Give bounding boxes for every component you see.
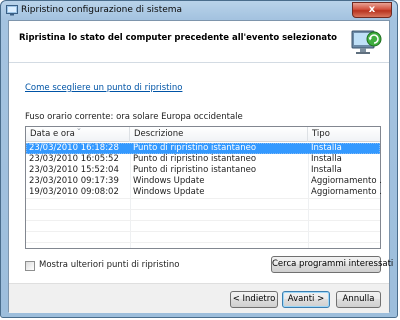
button-bar <box>9 284 389 313</box>
row-type: Installa <box>311 143 342 153</box>
system-restore-icon <box>351 30 382 54</box>
row-separator <box>26 242 380 243</box>
row-type: Installa <box>311 165 342 175</box>
cancel-button[interactable]: Annulla <box>336 291 381 308</box>
column-header-description[interactable]: Descrizione <box>130 127 308 142</box>
list-header: Data e ora ⌄ Descrizione Tipo <box>26 124 382 142</box>
restore-points-list[interactable]: Data e ora ⌄ Descrizione Tipo 23/03/2010… <box>25 124 382 249</box>
close-button[interactable]: x <box>352 2 392 18</box>
row-date: 23/03/2010 15:52:04 <box>29 165 119 175</box>
header-band: Ripristina lo stato del computer precede… <box>9 21 389 63</box>
table-row[interactable]: 23/03/2010 16:18:28 Punto di ripristino … <box>26 143 380 154</box>
sort-indicator-icon: ⌄ <box>76 124 82 132</box>
row-description: Punto di ripristino istantaneo <box>133 143 257 153</box>
row-date: 23/03/2010 16:05:52 <box>29 154 119 164</box>
column-header-type[interactable]: Tipo <box>308 127 382 142</box>
row-separator <box>26 198 380 199</box>
title-bar[interactable]: Ripristino configurazione di sistema x <box>1 1 397 20</box>
show-more-checkbox[interactable] <box>25 261 35 271</box>
row-description: Windows Update <box>133 187 205 197</box>
row-description: Windows Update <box>133 176 205 186</box>
table-row[interactable]: 23/03/2010 16:05:52 Punto di ripristino … <box>26 154 380 165</box>
timezone-label: Fuso orario corrente: ora solare Europa … <box>25 112 243 122</box>
row-description: Punto di ripristino istantaneo <box>133 154 257 164</box>
window-title: Ripristino configurazione di sistema <box>21 5 183 15</box>
back-button[interactable]: < Indietro <box>230 291 278 308</box>
row-date: 19/03/2010 09:08:02 <box>29 187 119 197</box>
table-row[interactable]: 23/03/2010 09:17:39 Windows Update Aggio… <box>26 176 382 187</box>
dialog-content: Ripristina lo stato del computer precede… <box>8 20 393 313</box>
row-description: Punto di ripristino istantaneo <box>133 165 257 175</box>
scan-affected-programs-button[interactable]: Cerca programmi interessati <box>271 256 393 273</box>
page-title: Ripristina lo stato del computer precede… <box>19 33 338 43</box>
row-separator <box>26 220 380 221</box>
system-restore-window: Ripristino configurazione di sistema x R… <box>0 0 398 318</box>
system-restore-icon <box>6 5 18 16</box>
row-type: Aggiornamento ... <box>311 187 382 197</box>
row-separator <box>26 231 380 232</box>
table-row[interactable]: 19/03/2010 09:08:02 Windows Update Aggio… <box>26 187 382 198</box>
next-button[interactable]: Avanti > <box>282 291 330 308</box>
row-type: Installa <box>311 154 342 164</box>
table-row[interactable]: 23/03/2010 15:52:04 Punto di ripristino … <box>26 165 380 176</box>
how-to-choose-link[interactable]: Come scegliere un punto di ripristino <box>25 83 182 93</box>
row-date: 23/03/2010 16:18:28 <box>29 143 119 153</box>
row-separator <box>26 209 380 210</box>
row-type: Aggiornamento ... <box>311 176 382 186</box>
show-more-label: Mostra ulteriori punti di ripristino <box>39 260 180 270</box>
row-date: 23/03/2010 09:17:39 <box>29 176 119 186</box>
